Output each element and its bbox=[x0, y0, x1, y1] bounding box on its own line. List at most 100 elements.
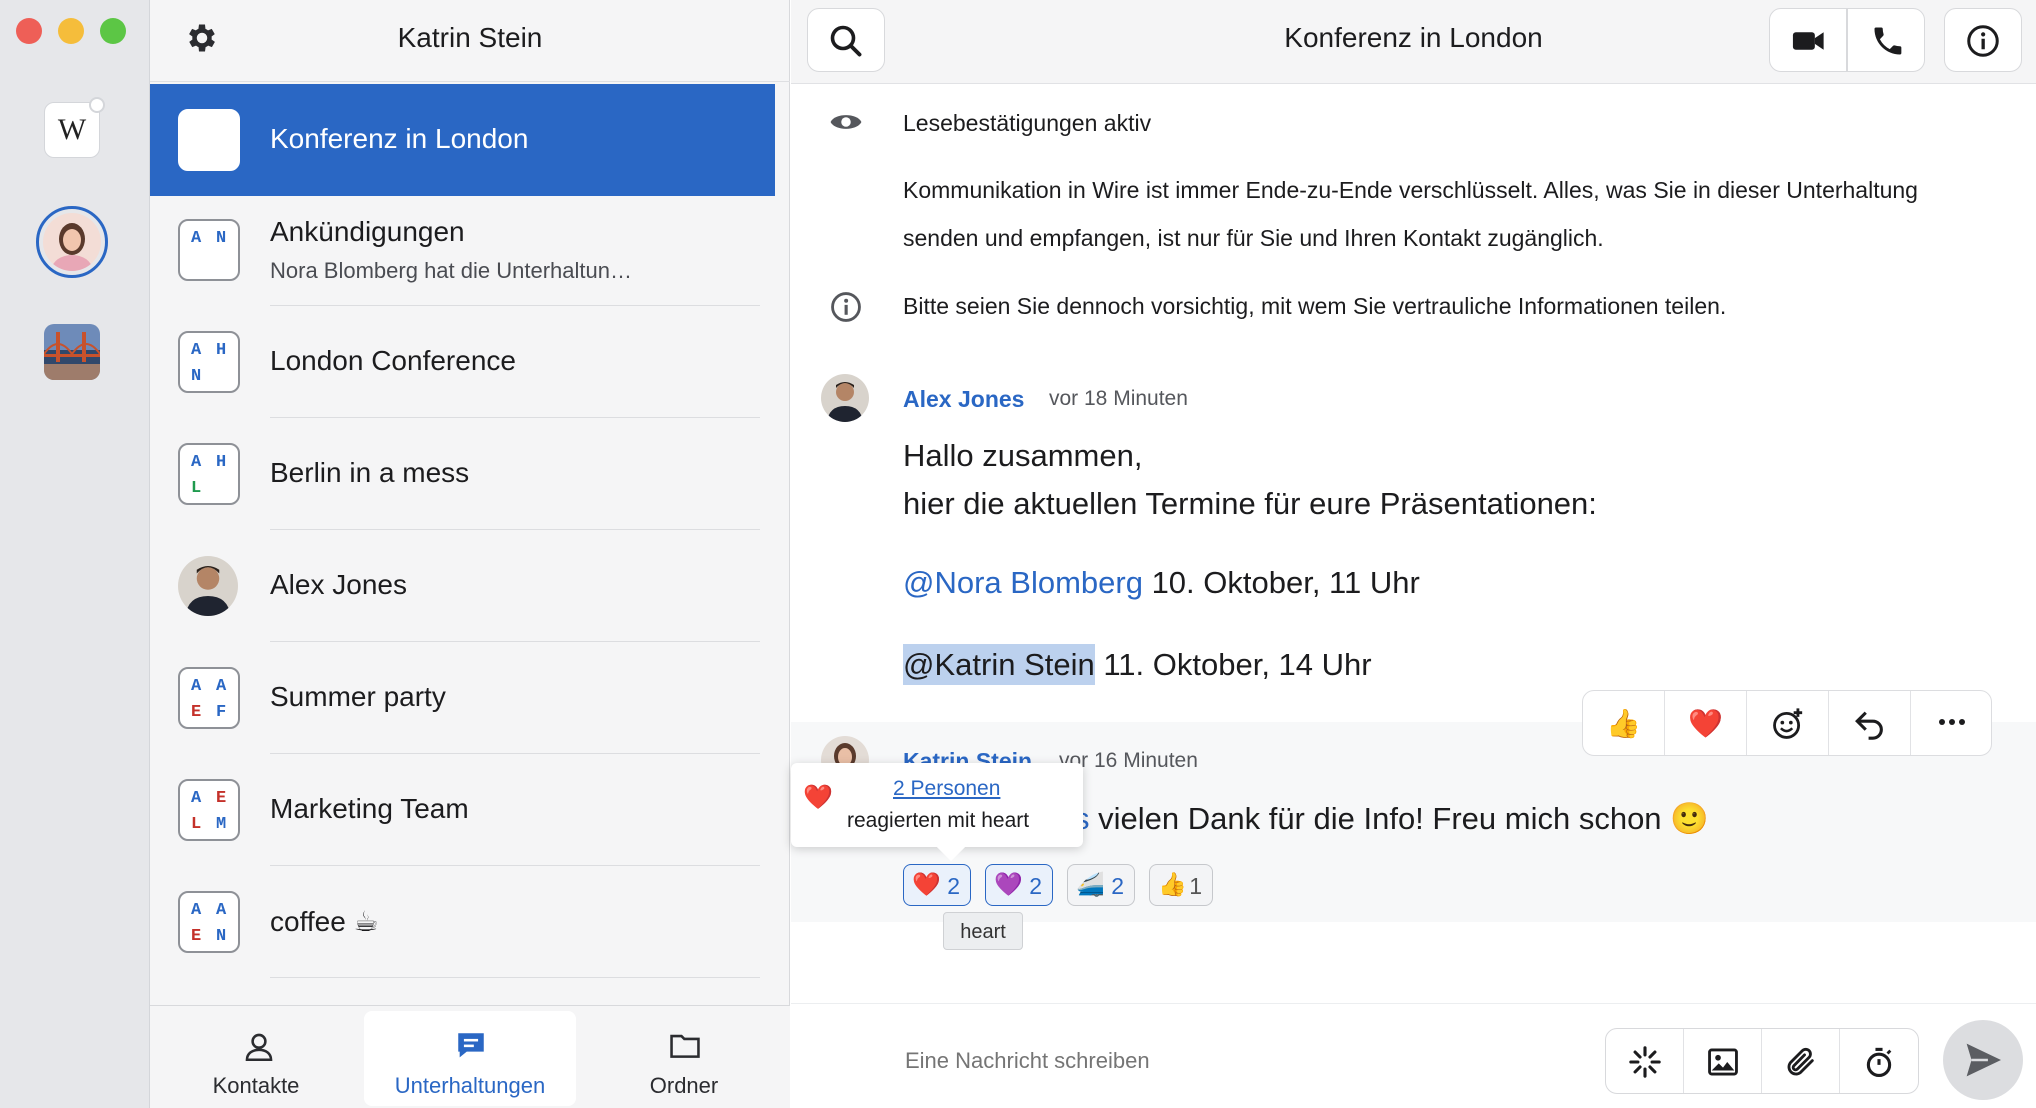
phone-icon bbox=[1874, 27, 1902, 55]
group-avatar-letter: H bbox=[216, 341, 227, 360]
message-mention-line1: @Nora Blomberg 10. Oktober, 11 Uhr bbox=[903, 565, 1420, 601]
tab-conversations[interactable]: Unterhaltungen bbox=[364, 1011, 576, 1106]
reaction-pill[interactable]: 🚄 2 bbox=[1067, 864, 1135, 906]
wire-team-button[interactable]: W bbox=[44, 97, 105, 158]
reaction-emoji-icon: 👍 bbox=[1158, 871, 1187, 897]
group-avatar-letter: N bbox=[216, 927, 227, 946]
giphy-button[interactable] bbox=[1606, 1029, 1684, 1093]
read-receipts-notice: Lesebestätigungen aktiv bbox=[903, 110, 1152, 136]
conversation-item[interactable]: A H N London Conference bbox=[150, 306, 775, 418]
mention-line1-text: 10. Oktober, 11 Uhr bbox=[1142, 565, 1420, 600]
folder-icon bbox=[670, 1034, 700, 1058]
message-sender-name[interactable]: Alex Jones bbox=[903, 386, 1024, 413]
group-avatar-letter: A bbox=[191, 119, 202, 138]
account-avatar[interactable] bbox=[36, 206, 108, 278]
conversation-title: Alex Jones bbox=[270, 569, 407, 600]
group-avatar-letter: E bbox=[191, 703, 202, 722]
message-text-line1: Hallo zusammen, bbox=[903, 438, 1143, 473]
chat-header: Konferenz in London bbox=[791, 0, 2036, 84]
reaction-emoji-icon: 💜 bbox=[994, 871, 1023, 897]
conversation-info-button[interactable] bbox=[1944, 8, 2022, 72]
tab-conversations-label: Unterhaltungen bbox=[394, 1073, 546, 1098]
reaction-pill[interactable]: ❤️ 2 bbox=[903, 864, 971, 906]
conversation-item[interactable]: A H L Berlin in a mess bbox=[150, 418, 775, 530]
golden-gate-image-icon bbox=[44, 324, 100, 380]
alex-jones-avatar[interactable] bbox=[821, 374, 869, 422]
reply-button[interactable] bbox=[1829, 691, 1911, 755]
tab-contacts-label: Kontakte bbox=[212, 1073, 300, 1098]
group-avatar: AELM bbox=[178, 779, 240, 841]
image-icon bbox=[1708, 1048, 1738, 1076]
mention-line2-text: 11. Oktober, 14 Uhr bbox=[1094, 647, 1372, 682]
message-input[interactable] bbox=[903, 1040, 1383, 1082]
reaction-count: 2 bbox=[1029, 873, 1042, 899]
group-avatar: AAEF bbox=[178, 667, 240, 729]
video-call-button[interactable] bbox=[1769, 8, 1847, 72]
conversation-item[interactable]: A N Ankündigungen Nora Blomberg hat die Unt… bbox=[150, 194, 775, 306]
reaction-pill[interactable]: 👍 1 bbox=[1149, 864, 1213, 906]
group-avatar-letter: A bbox=[191, 677, 202, 696]
group-avatar-letter: L bbox=[191, 479, 202, 498]
conversation-title: Berlin in a mess bbox=[270, 457, 470, 488]
conversation-title: Marketing Team bbox=[270, 793, 469, 824]
tab-folders[interactable]: Ordner bbox=[578, 1011, 790, 1106]
reaction-tooltip: ❤️ 2 Personen reagierten mit heart bbox=[791, 763, 1083, 862]
conversation-list-panel: Katrin Stein A H N Konferenz in London A N Ank… bbox=[150, 0, 790, 1108]
group-avatar: AHL bbox=[178, 443, 240, 505]
window-minimize-button[interactable] bbox=[58, 18, 84, 44]
more-options-button[interactable] bbox=[1911, 691, 1991, 755]
message-action-bar: 👍 ❤️ bbox=[1582, 690, 1992, 756]
reaction-pill[interactable]: 💜 2 bbox=[985, 864, 1053, 906]
group-avatar-letter: A bbox=[216, 901, 227, 920]
conversation-title: London Conference bbox=[270, 345, 516, 376]
conversation-item[interactable]: A A E F Summer party bbox=[150, 642, 775, 754]
group-avatar: AHN bbox=[178, 331, 240, 393]
send-arrow-icon bbox=[1966, 1043, 2001, 1077]
composer-divider bbox=[791, 1003, 2036, 1004]
personal-account-button[interactable] bbox=[44, 324, 100, 380]
message-mention-line2: @Katrin Stein 11. Oktober, 14 Uhr bbox=[903, 644, 1372, 685]
info-circle-icon bbox=[831, 292, 861, 322]
conversation-separator bbox=[270, 977, 760, 978]
window-close-button[interactable] bbox=[16, 18, 42, 44]
image-upload-button[interactable] bbox=[1684, 1029, 1762, 1093]
tooltip-heart-icon: ❤️ bbox=[803, 784, 833, 811]
message-text-line2: hier die aktuellen Termine für eure Präs… bbox=[903, 486, 1597, 521]
reply-arrow-icon bbox=[1855, 711, 1883, 740]
group-avatar-letter: A bbox=[191, 341, 202, 360]
group-avatar: AHN bbox=[178, 109, 240, 171]
tooltip-text: reagierten mit heart bbox=[847, 809, 1030, 832]
group-avatar-letter: N bbox=[191, 145, 202, 164]
encryption-notice-line1: Kommunikation in Wire ist immer Ende-zu-… bbox=[903, 177, 1918, 203]
list-header: Katrin Stein bbox=[150, 0, 790, 82]
audio-call-button[interactable] bbox=[1847, 8, 1925, 72]
group-avatar: AN bbox=[178, 219, 240, 281]
conversation-title: Konferenz in London bbox=[270, 123, 529, 154]
add-reaction-button[interactable] bbox=[1747, 691, 1829, 755]
tab-contacts[interactable]: Kontakte bbox=[150, 1011, 362, 1106]
tooltip-people-link[interactable]: 2 Personen bbox=[893, 777, 1000, 801]
encryption-notice-line2: senden und empfangen, ist nur für Sie un… bbox=[903, 225, 1604, 251]
send-button[interactable] bbox=[1943, 1020, 2023, 1100]
conversation-item[interactable]: A H N Konferenz in London bbox=[150, 84, 775, 196]
window-zoom-button[interactable] bbox=[100, 18, 126, 44]
react-thumbs-up-button[interactable]: 👍 bbox=[1583, 691, 1665, 755]
conversation-item[interactable]: Alex Jones bbox=[150, 530, 775, 642]
group-avatar-letter: L bbox=[191, 815, 202, 834]
wire-logo-icon: W bbox=[57, 113, 87, 146]
react-heart-button[interactable]: ❤️ bbox=[1665, 691, 1747, 755]
conversation-item[interactable]: A E L M Marketing Team bbox=[150, 754, 775, 866]
reaction-emoji-icon: ❤️ bbox=[912, 871, 941, 897]
composer-toolbar bbox=[1605, 1028, 1919, 1094]
timed-message-button[interactable] bbox=[1840, 1029, 1918, 1093]
chat-panel: Konferenz in London Lesebestätigungen ak… bbox=[791, 0, 2036, 1108]
group-avatar-letter: N bbox=[216, 229, 227, 248]
group-avatar-letter: E bbox=[216, 789, 227, 808]
conversation-item[interactable]: A A E Ncoffee ☕ bbox=[150, 866, 775, 978]
group-avatar-letter: H bbox=[216, 453, 227, 472]
group-avatar-letter: M bbox=[216, 815, 227, 834]
mention-nora-blomberg[interactable]: @Nora Blomberg bbox=[903, 565, 1143, 600]
mention-katrin-stein[interactable]: @Katrin Stein bbox=[903, 644, 1095, 685]
conversation-title: coffee ☕ bbox=[270, 906, 379, 937]
attach-file-button[interactable] bbox=[1762, 1029, 1840, 1093]
